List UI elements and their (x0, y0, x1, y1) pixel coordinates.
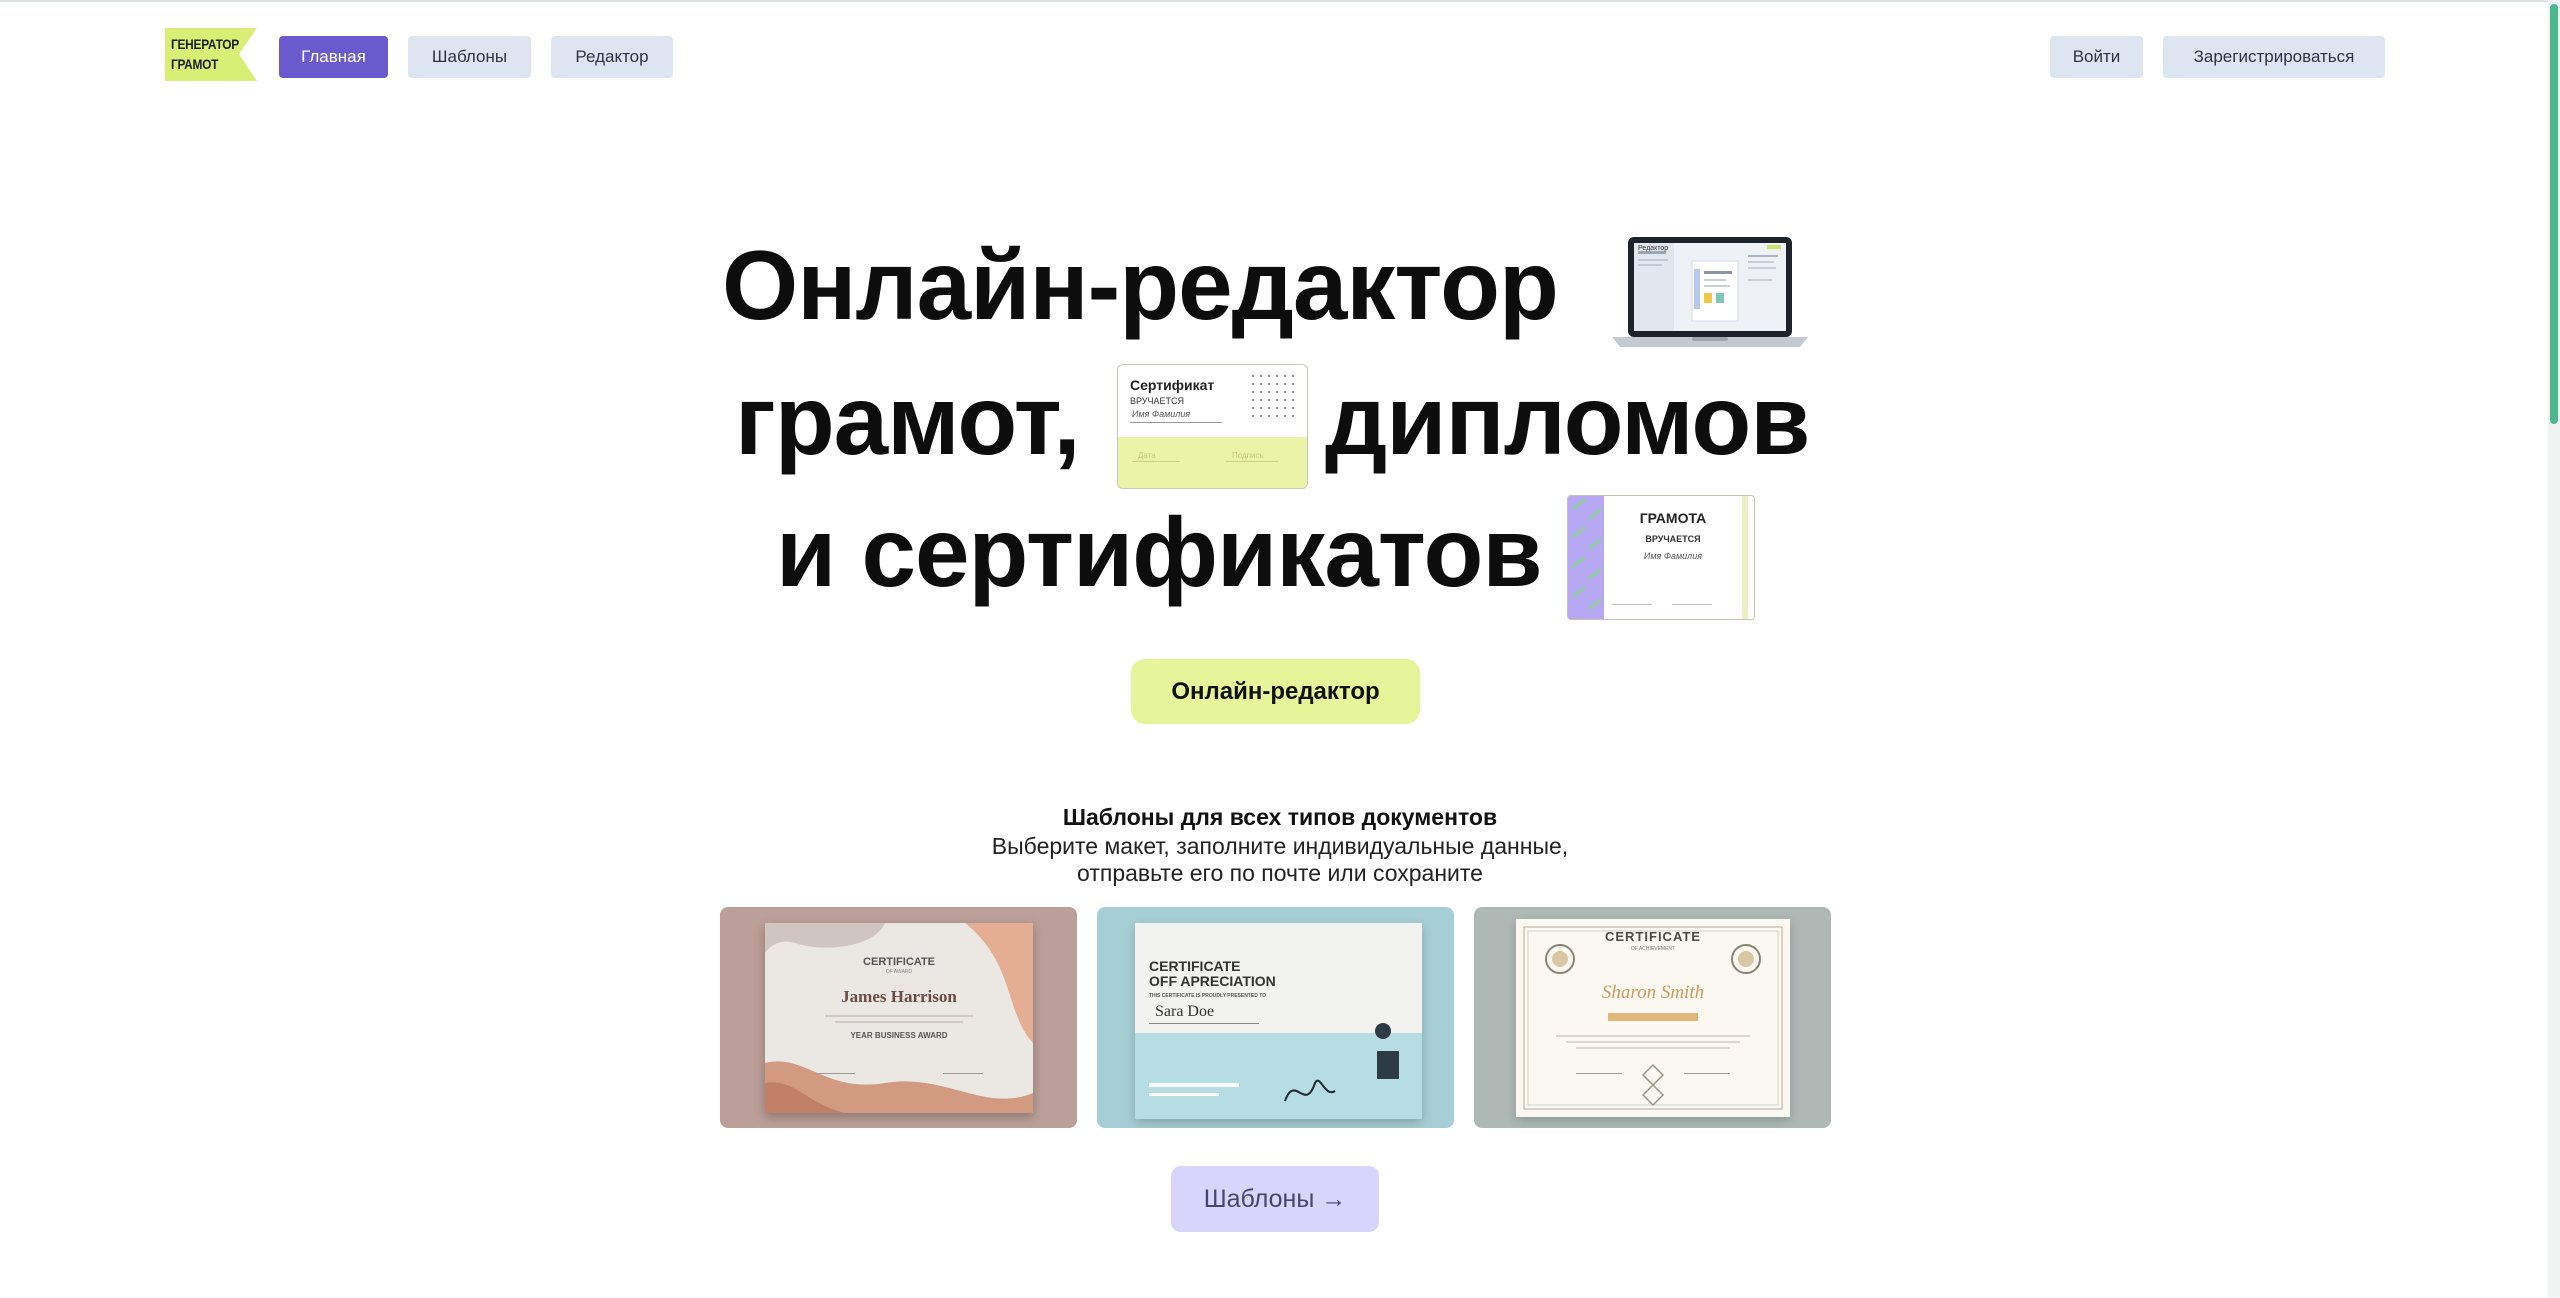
certificate-sign-line (1226, 461, 1278, 462)
certificate-card-name: Имя Фамилия (1132, 409, 1191, 419)
laptop-illustration: Редактор (1612, 235, 1808, 350)
logo-line-2: ГРАМОТ (171, 56, 219, 72)
hero-title-line-1: Онлайн-редактор (722, 230, 1559, 340)
register-button[interactable]: Зарегистрироваться (2163, 36, 2385, 78)
gramota-sign-line-right (1672, 604, 1712, 605)
gramota-card-name: Имя Фамилия (1643, 551, 1703, 561)
certificate-illustration: Сертификат ВРУЧАЕТСЯ Имя Фамилия Дата По… (1117, 364, 1308, 489)
gramota-card-title: ГРАМОТА (1639, 510, 1707, 526)
templates-subtitle-line-1: Выберите макет, заполните индивидуальные… (991, 833, 1569, 859)
template-1-name: James Harrison (841, 987, 957, 1006)
certificate-name-line (1130, 422, 1222, 423)
template-1-sign-right (943, 1073, 983, 1074)
template-2-sheet: CERTIFICATE OFF APRECIATION THIS CERTIFI… (1135, 923, 1422, 1119)
more-templates-button[interactable]: Шаблоны → (1171, 1166, 1379, 1232)
template-3-sub: OF ACHIEVEMENT (1630, 946, 1676, 952)
template-2-decoration (1149, 1023, 1399, 1102)
page-scrollbar[interactable] (2548, 0, 2560, 1298)
gramota-pattern-icon (1568, 496, 1604, 619)
template-1-heading: CERTIFICATE (863, 956, 935, 968)
gramota-card-subtitle: ВРУЧАЕТСЯ (1645, 534, 1701, 544)
login-button[interactable]: Войти (2050, 36, 2143, 78)
template-1-sheet: CERTIFICATE OF AWARD James Harrison YEAR… (765, 923, 1033, 1113)
template-card-appreciation[interactable]: CERTIFICATE OFF APRECIATION THIS CERTIFI… (1097, 907, 1454, 1128)
gramota-illustration: ГРАМОТА ВРУЧАЕТСЯ Имя Фамилия (1567, 495, 1755, 620)
logo-text: ГЕНЕРАТОР ГРАМОТ (171, 34, 239, 74)
templates-section-title: Шаблоны для всех типов документов (1062, 804, 1498, 830)
hero-title-line-2a: грамот, (735, 365, 1081, 475)
gramota-sign-line-left (1612, 604, 1652, 605)
template-3-name: Sharon Smith (1601, 982, 1705, 1003)
template-1-sign-left (815, 1073, 855, 1074)
dot-grid-icon (1251, 374, 1295, 418)
template-1-shapes (765, 923, 1033, 1113)
certificate-date-line (1132, 461, 1180, 462)
nav-home-button[interactable]: Главная (279, 36, 388, 78)
template-1-text-line-2 (835, 1021, 963, 1023)
template-3-sheet: CERTIFICATE OF ACHIEVEMENT Sharon Smith (1516, 919, 1790, 1117)
template-card-award[interactable]: CERTIFICATE OF AWARD James Harrison YEAR… (720, 907, 1077, 1128)
hero-title-line-2b: дипломов (1325, 365, 1810, 475)
hero-title-line-3: и сертификатов (776, 497, 1543, 607)
template-1-award: YEAR BUSINESS AWARD (850, 1031, 948, 1040)
template-1-sub: OF AWARD (885, 969, 913, 975)
certificate-date-label: Дата (1138, 451, 1156, 460)
gramota-right-stripe (1742, 496, 1748, 619)
laptop-screen-title: Редактор (1638, 245, 1669, 252)
nav-editor-button[interactable]: Редактор (551, 36, 673, 78)
scrollbar-thumb[interactable] (2550, 4, 2558, 424)
top-border (0, 0, 2560, 2)
template-1-text-line (825, 1015, 973, 1017)
certificate-card-subtitle: ВРУЧАЕТСЯ (1130, 396, 1185, 406)
site-logo[interactable]: ГЕНЕРАТОР ГРАМОТ (165, 28, 257, 81)
nav-templates-button[interactable]: Шаблоны (408, 36, 531, 78)
online-editor-button[interactable]: Онлайн-редактор (1131, 659, 1420, 724)
logo-line-1: ГЕНЕРАТОР (171, 36, 239, 52)
certificate-footer-band (1118, 437, 1307, 488)
certificate-card-title: Сертификат (1130, 377, 1215, 393)
templates-subtitle-line-2: отправьте его по почте или сохраните (1077, 860, 1483, 886)
certificate-sign-label: Подпись (1232, 451, 1264, 460)
template-card-achievement[interactable]: CERTIFICATE OF ACHIEVEMENT Sharon Smith (1474, 907, 1831, 1128)
template-3-heading: CERTIFICATE (1605, 929, 1701, 944)
